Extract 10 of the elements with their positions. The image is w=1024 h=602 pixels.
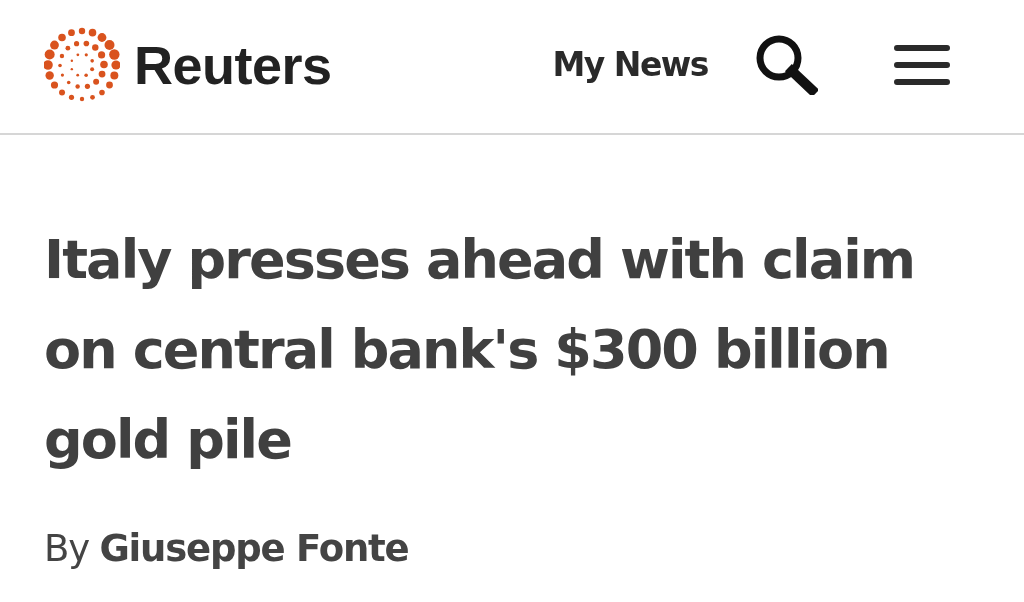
menu-icon (894, 44, 950, 85)
menu-button[interactable] (894, 44, 950, 85)
search-button[interactable] (756, 34, 818, 95)
logo-wordmark: Reuters (134, 33, 332, 96)
article-headline: Italy presses ahead with claim on central bank's $300 billion gold pile (44, 227, 916, 473)
nav-link[interactable]: My News (552, 45, 708, 84)
logo-link[interactable]: Reuters (44, 26, 332, 103)
author-byline: By Giuseppe Fonte (44, 526, 410, 572)
logo-icon (44, 26, 120, 103)
search-icon (756, 34, 818, 95)
